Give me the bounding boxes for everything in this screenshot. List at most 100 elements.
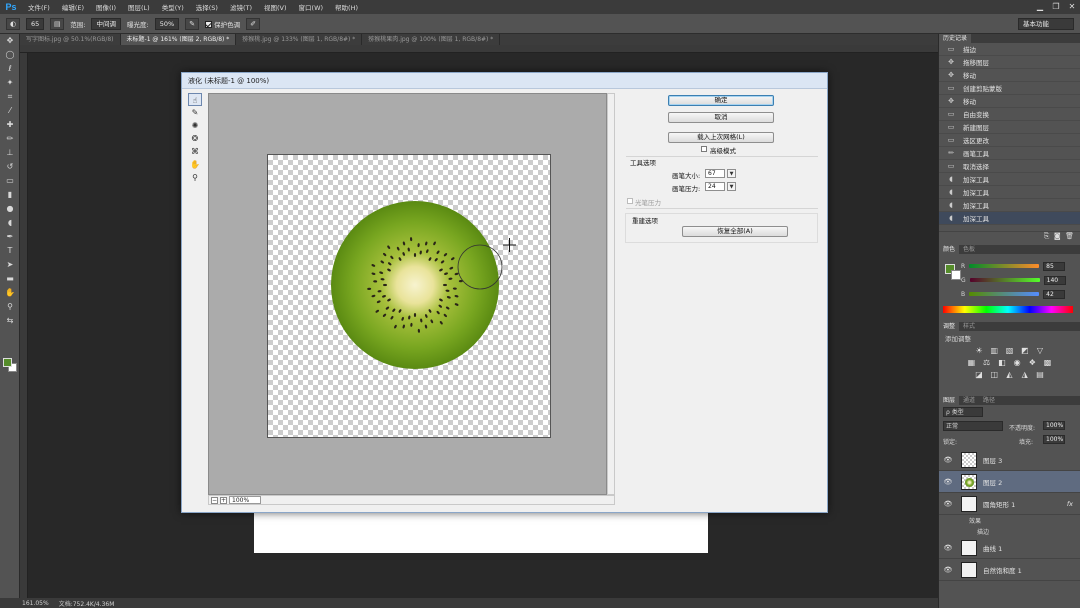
restore-button[interactable]: ❐ <box>1048 0 1064 14</box>
menu-window[interactable]: 窗口(W) <box>293 2 330 12</box>
airbrush-icon[interactable]: ✎ <box>185 17 200 30</box>
color-bg-swatch[interactable] <box>951 270 961 280</box>
brightness-icon[interactable]: ☀ <box>975 346 984 355</box>
range-select[interactable]: 中间调 <box>91 17 121 30</box>
tab-color[interactable]: 颜色 <box>939 245 960 254</box>
menu-select[interactable]: 选择(S) <box>190 2 224 12</box>
tab-adjustments[interactable]: 调整 <box>939 322 960 331</box>
forward-warp-tool-icon[interactable]: ☝ <box>188 93 202 106</box>
hand-tool-icon[interactable]: ✋ <box>188 158 202 171</box>
menu-image[interactable]: 图像(I) <box>90 2 122 12</box>
zoom-in-button[interactable]: + <box>220 496 227 504</box>
selective-color-icon[interactable]: ◮ <box>1020 370 1029 379</box>
brush-tool-icon[interactable]: ✏ <box>0 132 20 146</box>
crop-tool-icon[interactable]: ⌗ <box>0 90 20 104</box>
menu-type[interactable]: 类型(Y) <box>156 2 190 12</box>
history-item[interactable]: ✏ 画笔工具 <box>939 147 1080 160</box>
tab-channels[interactable]: 通道 <box>959 396 979 405</box>
shape-tool-icon[interactable]: ▬ <box>0 272 20 286</box>
lasso-tool-icon[interactable]: ℓ <box>0 62 20 76</box>
pucker-tool-icon[interactable]: ✺ <box>188 119 202 132</box>
layer-filter-select[interactable]: ρ 类型 <box>943 407 983 417</box>
close-button[interactable]: ✕ <box>1064 0 1080 14</box>
move-tool-icon[interactable]: ✥ <box>0 34 20 48</box>
brush-size-input[interactable]: 67 <box>705 169 725 178</box>
minimize-button[interactable]: ▁ <box>1032 0 1048 14</box>
path-select-tool-icon[interactable]: ➤ <box>0 258 20 272</box>
history-item[interactable]: ▭ 描边 <box>939 43 1080 56</box>
history-item[interactable]: ▭ 新建图层 <box>939 121 1080 134</box>
protect-tone-checkbox[interactable]: 保护色调 <box>205 19 240 29</box>
preview-canvas[interactable] <box>267 154 551 438</box>
zoom-out-button[interactable]: − <box>211 496 218 504</box>
history-item[interactable]: ✥ 移动 <box>939 69 1080 82</box>
new-doc-from-state-icon[interactable]: ⎘ <box>1044 232 1050 240</box>
snapshot-icon[interactable]: ◙ <box>1054 232 1061 240</box>
liquify-preview[interactable] <box>208 93 607 495</box>
vibrance-icon[interactable]: ▽ <box>1035 346 1044 355</box>
cancel-button[interactable]: 取消 <box>668 112 774 123</box>
tab-history[interactable]: 历史记录 <box>939 34 972 43</box>
tab-styles[interactable]: 样式 <box>959 322 979 331</box>
brush-pressure-input[interactable]: 24 <box>705 182 725 191</box>
restore-all-button[interactable]: 恢复全部(A) <box>682 226 788 237</box>
exposure-icon[interactable]: ◩ <box>1020 346 1029 355</box>
history-item[interactable]: ◖ 加深工具 <box>939 173 1080 186</box>
invert-icon[interactable]: ◪ <box>975 370 984 379</box>
history-item[interactable]: ✥ 拖移图层 <box>939 56 1080 69</box>
menu-filter[interactable]: 滤镜(T) <box>224 2 258 12</box>
doc-tab[interactable]: 写字图标.jpg @ 50.1%(RGB/8) <box>20 34 121 45</box>
color-balance-icon[interactable]: ⚖ <box>982 358 991 367</box>
levels-icon[interactable]: ▥ <box>990 346 999 355</box>
slider-b-track[interactable] <box>969 292 1040 296</box>
menu-help[interactable]: 帮助(H) <box>329 2 364 12</box>
layer-row-selected[interactable]: 👁 图层 2 <box>939 471 1080 493</box>
slider-g-value[interactable]: 140 <box>1043 275 1066 285</box>
eyedropper-tool-icon[interactable]: ⁄ <box>0 104 20 118</box>
burn-tool-icon[interactable]: ◖ <box>0 216 20 230</box>
color-lookup-icon[interactable]: ▩ <box>1043 358 1052 367</box>
dialog-title[interactable]: 液化 (未标题-1 @ 100%) <box>182 73 827 89</box>
history-item[interactable]: ▭ 自由变换 <box>939 108 1080 121</box>
preview-scrollbar-vertical[interactable] <box>607 93 615 495</box>
layer-row[interactable]: 👁 图层 3 <box>939 449 1080 471</box>
blur-tool-icon[interactable]: ● <box>0 202 20 216</box>
document-canvas[interactable] <box>254 510 708 553</box>
history-item[interactable]: ◖ 加深工具 <box>939 199 1080 212</box>
slider-g-track[interactable] <box>969 278 1040 282</box>
zoom-tool-icon[interactable]: ⚲ <box>0 300 20 314</box>
slider-b-value[interactable]: 42 <box>1043 289 1066 299</box>
history-item[interactable]: ▭ 选区更改 <box>939 134 1080 147</box>
doc-tab-active[interactable]: 未标题-1 @ 161% (图层 2, RGB/8) * <box>120 34 237 45</box>
load-last-mesh-button[interactable]: 载入上次网格(L) <box>668 132 774 143</box>
brush-panel-toggle-icon[interactable]: ▤ <box>50 17 65 30</box>
slider-r-value[interactable]: 85 <box>1043 261 1066 271</box>
push-left-tool-icon[interactable]: ⌘ <box>188 145 202 158</box>
quick-select-tool-icon[interactable]: ✦ <box>0 76 20 90</box>
tab-layers[interactable]: 图层 <box>939 396 960 405</box>
visibility-eye-icon[interactable]: 👁 <box>939 566 957 574</box>
visibility-eye-icon[interactable]: 👁 <box>939 544 957 552</box>
pen-tool-icon[interactable]: ✒ <box>0 230 20 244</box>
healing-tool-icon[interactable]: ✚ <box>0 118 20 132</box>
layer-row[interactable]: 👁 圆角矩形 1 fx <box>939 493 1080 515</box>
marquee-tool-icon[interactable]: ◯ <box>0 48 20 62</box>
gradient-tool-icon[interactable]: ▮ <box>0 188 20 202</box>
pressure-size-icon[interactable]: ✐ <box>246 17 261 30</box>
visibility-eye-icon[interactable]: 👁 <box>939 500 957 508</box>
doc-tab[interactable]: 猕猴桃果肉.jpg @ 100% (图层 1, RGB/8#) * <box>362 34 501 45</box>
ok-button[interactable]: 确定 <box>668 95 774 106</box>
black-white-icon[interactable]: ◧ <box>997 358 1006 367</box>
brush-size-dropdown-icon[interactable]: ▼ <box>727 169 736 178</box>
bloat-tool-icon[interactable]: ❂ <box>188 132 202 145</box>
hand-tool-icon[interactable]: ✋ <box>0 286 20 300</box>
opacity-input[interactable]: 100% <box>1043 421 1065 430</box>
gradient-map-icon[interactable]: ▤ <box>1035 370 1044 379</box>
posterize-icon[interactable]: ◫ <box>990 370 999 379</box>
exposure-input[interactable]: 50% <box>154 17 180 30</box>
fx-icon[interactable]: fx <box>1067 500 1073 508</box>
swap-colors-icon[interactable]: ⇆ <box>0 314 20 328</box>
zoom-tool-icon[interactable]: ⚲ <box>188 171 202 184</box>
doc-tab[interactable]: 猕猴桃.jpg @ 133% (图层 1, RGB/8#) * <box>236 34 363 45</box>
history-item[interactable]: ▭ 创建剪贴蒙版 <box>939 82 1080 95</box>
